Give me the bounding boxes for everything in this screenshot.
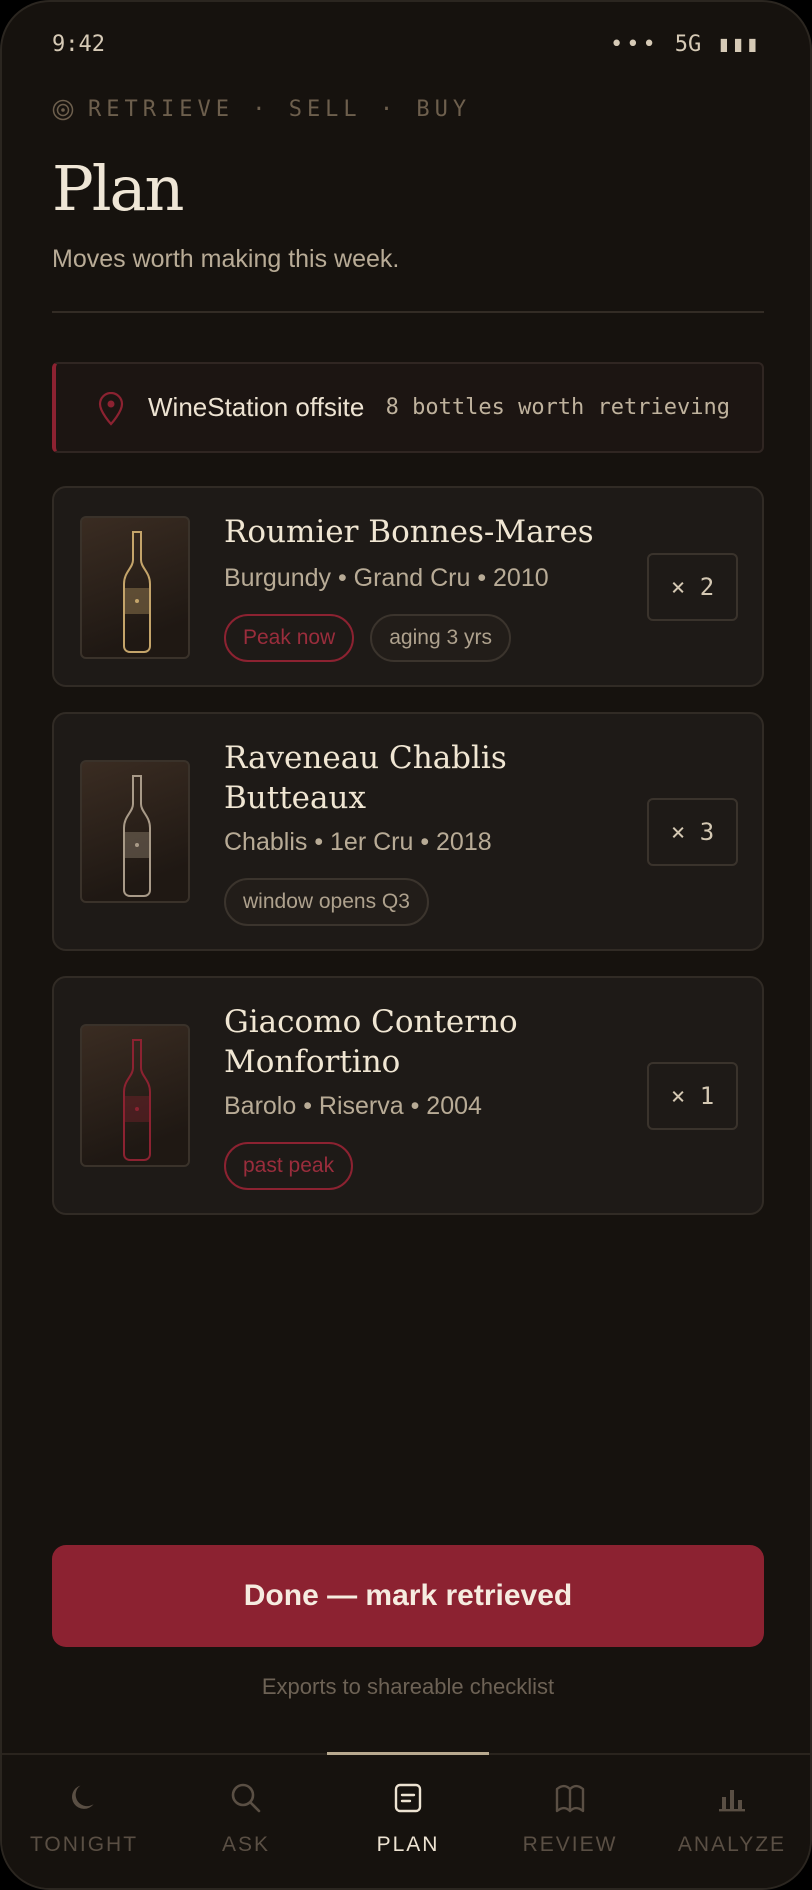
tab-label: ANALYZE bbox=[677, 1833, 787, 1856]
tab-label: REVIEW bbox=[522, 1833, 618, 1856]
bottle-icon bbox=[123, 531, 151, 653]
quantity-badge[interactable]: × 3 bbox=[647, 798, 738, 866]
wine-tags: past peak bbox=[224, 1142, 354, 1190]
export-note: Exports to shareable checklist bbox=[261, 1674, 555, 1699]
eyebrow-text: RETRIEVE · SELL · BUY bbox=[88, 97, 472, 122]
tab-label: PLAN bbox=[376, 1833, 440, 1856]
wine-card[interactable]: Roumier Bonnes-Mares Burgundy • Grand Cr… bbox=[52, 486, 764, 687]
wine-card[interactable]: Giacomo Conterno Monfortino Barolo • Ris… bbox=[52, 976, 764, 1215]
tab-bar: TONIGHT ASK PLAN REVIEW ANALYZE bbox=[2, 1752, 810, 1888]
tab-plan[interactable]: PLAN bbox=[327, 1752, 489, 1875]
moon-icon bbox=[72, 1785, 94, 1809]
status-badge: window opens Q3 bbox=[224, 878, 429, 926]
phone-screen: 9:42 ••• 5G ▮▮▮ RETRIEVE · SELL · BUY Pl… bbox=[0, 0, 812, 1890]
wine-tags: window opens Q3 bbox=[224, 878, 429, 926]
status-indicators: ••• 5G ▮▮▮ bbox=[610, 32, 760, 57]
tab-review[interactable]: REVIEW bbox=[489, 1755, 651, 1875]
tab-analyze[interactable]: ANALYZE bbox=[651, 1755, 810, 1875]
bottle-thumbnail bbox=[80, 1024, 190, 1167]
active-tab-indicator bbox=[327, 1752, 489, 1755]
tab-tonight[interactable]: TONIGHT bbox=[3, 1755, 165, 1875]
status-bar: 9:42 ••• 5G ▮▮▮ bbox=[52, 31, 760, 57]
network-label: 5G bbox=[674, 31, 702, 57]
bottle-icon bbox=[123, 775, 151, 897]
target-icon bbox=[52, 99, 74, 120]
wine-card[interactable]: Raveneau Chablis Butteaux Chablis • 1er … bbox=[52, 712, 764, 951]
wine-meta: Chablis • 1er Cru • 2018 bbox=[224, 828, 492, 856]
tab-label: ASK bbox=[221, 1833, 271, 1856]
status-badge: Peak now bbox=[224, 614, 355, 662]
wine-meta: Barolo • Riserva • 2004 bbox=[224, 1092, 482, 1120]
status-dots: ••• bbox=[610, 31, 659, 57]
book-icon bbox=[555, 1784, 585, 1813]
status-time: 9:42 bbox=[52, 31, 105, 57]
wine-name: Raveneau Chablis Butteaux bbox=[224, 740, 507, 816]
wine-name: Giacomo Conterno Monfortino bbox=[224, 1004, 518, 1080]
location-banner[interactable]: WineStation offsite 8 bottles worth retr… bbox=[52, 362, 764, 453]
pin-icon bbox=[98, 392, 124, 426]
divider bbox=[52, 311, 764, 313]
search-icon bbox=[231, 1783, 261, 1813]
page-title: Plan bbox=[52, 152, 184, 225]
status-badge: aging 3 yrs bbox=[370, 614, 511, 662]
wine-meta: Burgundy • Grand Cru • 2010 bbox=[224, 564, 549, 592]
location-name: WineStation offsite bbox=[148, 392, 365, 422]
section-eyebrow: RETRIEVE · SELL · BUY bbox=[52, 97, 471, 122]
mark-retrieved-button[interactable]: Done — mark retrieved bbox=[52, 1545, 764, 1647]
page-subtitle: Moves worth making this week. bbox=[52, 245, 400, 273]
bottle-thumbnail bbox=[80, 516, 190, 659]
status-badge: past peak bbox=[224, 1142, 354, 1190]
wine-name: Roumier Bonnes-Mares bbox=[224, 514, 594, 550]
wine-tags: Peak now aging 3 yrs bbox=[224, 614, 511, 662]
quantity-badge[interactable]: × 2 bbox=[647, 553, 738, 621]
battery-icon: ▮▮▮ bbox=[717, 31, 760, 57]
plan-icon bbox=[394, 1783, 422, 1813]
tab-ask[interactable]: ASK bbox=[165, 1755, 327, 1875]
bottle-thumbnail bbox=[80, 760, 190, 903]
location-count: 8 bottles worth retrieving bbox=[385, 395, 730, 420]
bottle-icon bbox=[123, 1039, 151, 1161]
bar-chart-icon bbox=[719, 1790, 745, 1812]
quantity-badge[interactable]: × 1 bbox=[647, 1062, 738, 1130]
tab-label: TONIGHT bbox=[29, 1833, 139, 1856]
